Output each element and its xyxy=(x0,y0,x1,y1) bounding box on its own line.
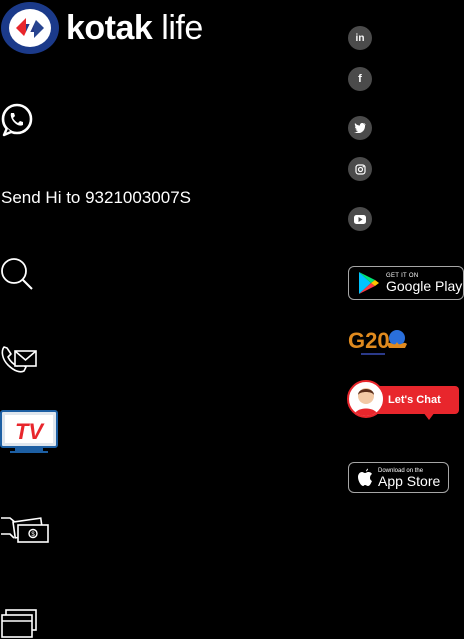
money-transfer-icon[interactable]: $ xyxy=(0,514,50,544)
linkedin-icon[interactable]: in xyxy=(348,26,372,50)
chat-agent-avatar xyxy=(347,380,385,418)
app-store-big-text: App Store xyxy=(378,472,441,489)
google-play-badge[interactable]: GET IT ON Google Play xyxy=(348,266,464,300)
facebook-icon-label: f xyxy=(358,73,362,85)
whatsapp-send-text[interactable]: Send Hi to 9321003007S xyxy=(1,188,191,208)
google-play-big-text: Google Play xyxy=(386,278,463,294)
whatsapp-icon[interactable] xyxy=(0,103,34,137)
instagram-icon[interactable] xyxy=(348,157,372,181)
g20-logo-text: G20 xyxy=(348,328,390,353)
youtube-icon[interactable] xyxy=(348,207,372,231)
cards-icon[interactable] xyxy=(0,608,38,639)
g20-logo: G20 xyxy=(348,328,407,355)
kotak-life-logo[interactable]: kotak life xyxy=(0,0,250,56)
brand-name-light: life xyxy=(161,9,203,47)
brand-name-bold: kotak xyxy=(66,9,153,47)
apple-icon xyxy=(358,468,372,486)
tv-icon-label: TV xyxy=(15,419,45,444)
call-mail-icon[interactable] xyxy=(0,343,38,375)
tv-icon[interactable]: TV xyxy=(0,410,58,454)
chat-bubble-tail xyxy=(423,412,435,420)
linkedin-icon-label: in xyxy=(355,32,365,44)
search-icon[interactable] xyxy=(0,257,34,291)
google-play-icon xyxy=(359,272,379,294)
lets-chat-label: Let's Chat xyxy=(388,394,441,406)
twitter-icon[interactable] xyxy=(348,116,372,140)
kotak-logo-mark-icon xyxy=(1,2,59,54)
lets-chat-button[interactable]: Let's Chat xyxy=(347,380,461,424)
brand-name: kotak life xyxy=(66,11,203,45)
facebook-icon[interactable]: f xyxy=(348,67,372,91)
app-store-badge[interactable]: Download on the App Store xyxy=(348,462,449,493)
